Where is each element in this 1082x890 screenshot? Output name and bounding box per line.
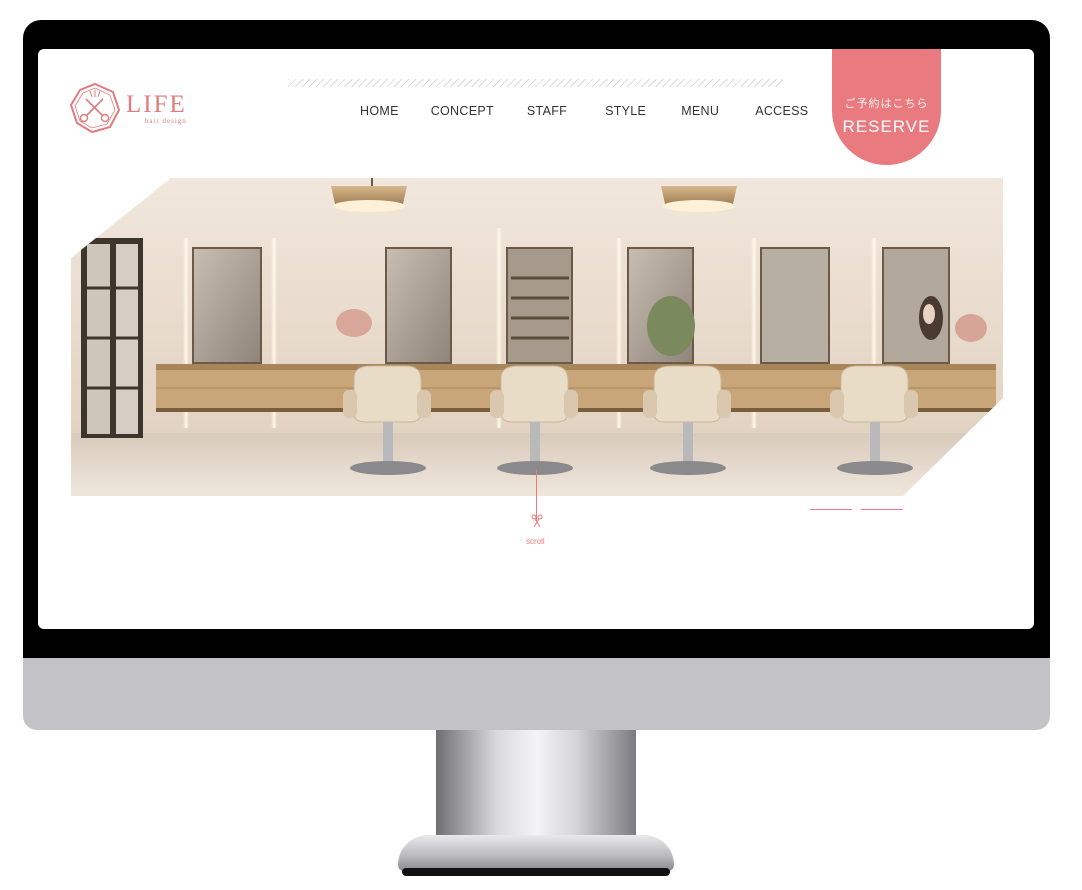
reserve-button[interactable]: ご予約はこちら RESERVE [832,49,941,165]
main-nav: HOME CONCEPT STAFF STYLE MENU ACCESS [360,104,808,118]
logo-subtitle: hair design [144,116,187,125]
monitor-stand-neck [436,730,636,842]
scroll-label[interactable]: scroll [526,537,545,546]
slide-indicator-1[interactable] [810,509,852,510]
nav-style[interactable]: STYLE [605,104,646,118]
hero-image [71,178,1003,496]
monitor-base-shadow [402,868,670,876]
nav-home[interactable]: HOME [360,104,399,118]
nav-staff[interactable]: STAFF [527,104,567,118]
nav-menu[interactable]: MENU [681,104,719,118]
slide-indicator-2[interactable] [861,509,903,510]
scissors-logo-icon [69,82,121,134]
logo-title: LIFE [126,90,187,118]
reserve-jp-label: ご予約はこちら [844,98,929,110]
salon-interior-image [71,178,1003,496]
site-logo[interactable]: LIFE hair design [68,81,187,135]
header-hatch-decoration [288,79,783,87]
monitor-frame: LIFE hair design HOME CONCEPT STAFF STYL… [23,20,1050,660]
monitor-stand-base [398,835,674,871]
reserve-en-label: RESERVE [842,117,931,136]
nav-concept[interactable]: CONCEPT [431,104,494,118]
monitor-chin [23,658,1050,730]
nav-access[interactable]: ACCESS [755,104,808,118]
scissors-icon[interactable] [530,514,544,528]
browser-screen: LIFE hair design HOME CONCEPT STAFF STYL… [38,49,1034,629]
